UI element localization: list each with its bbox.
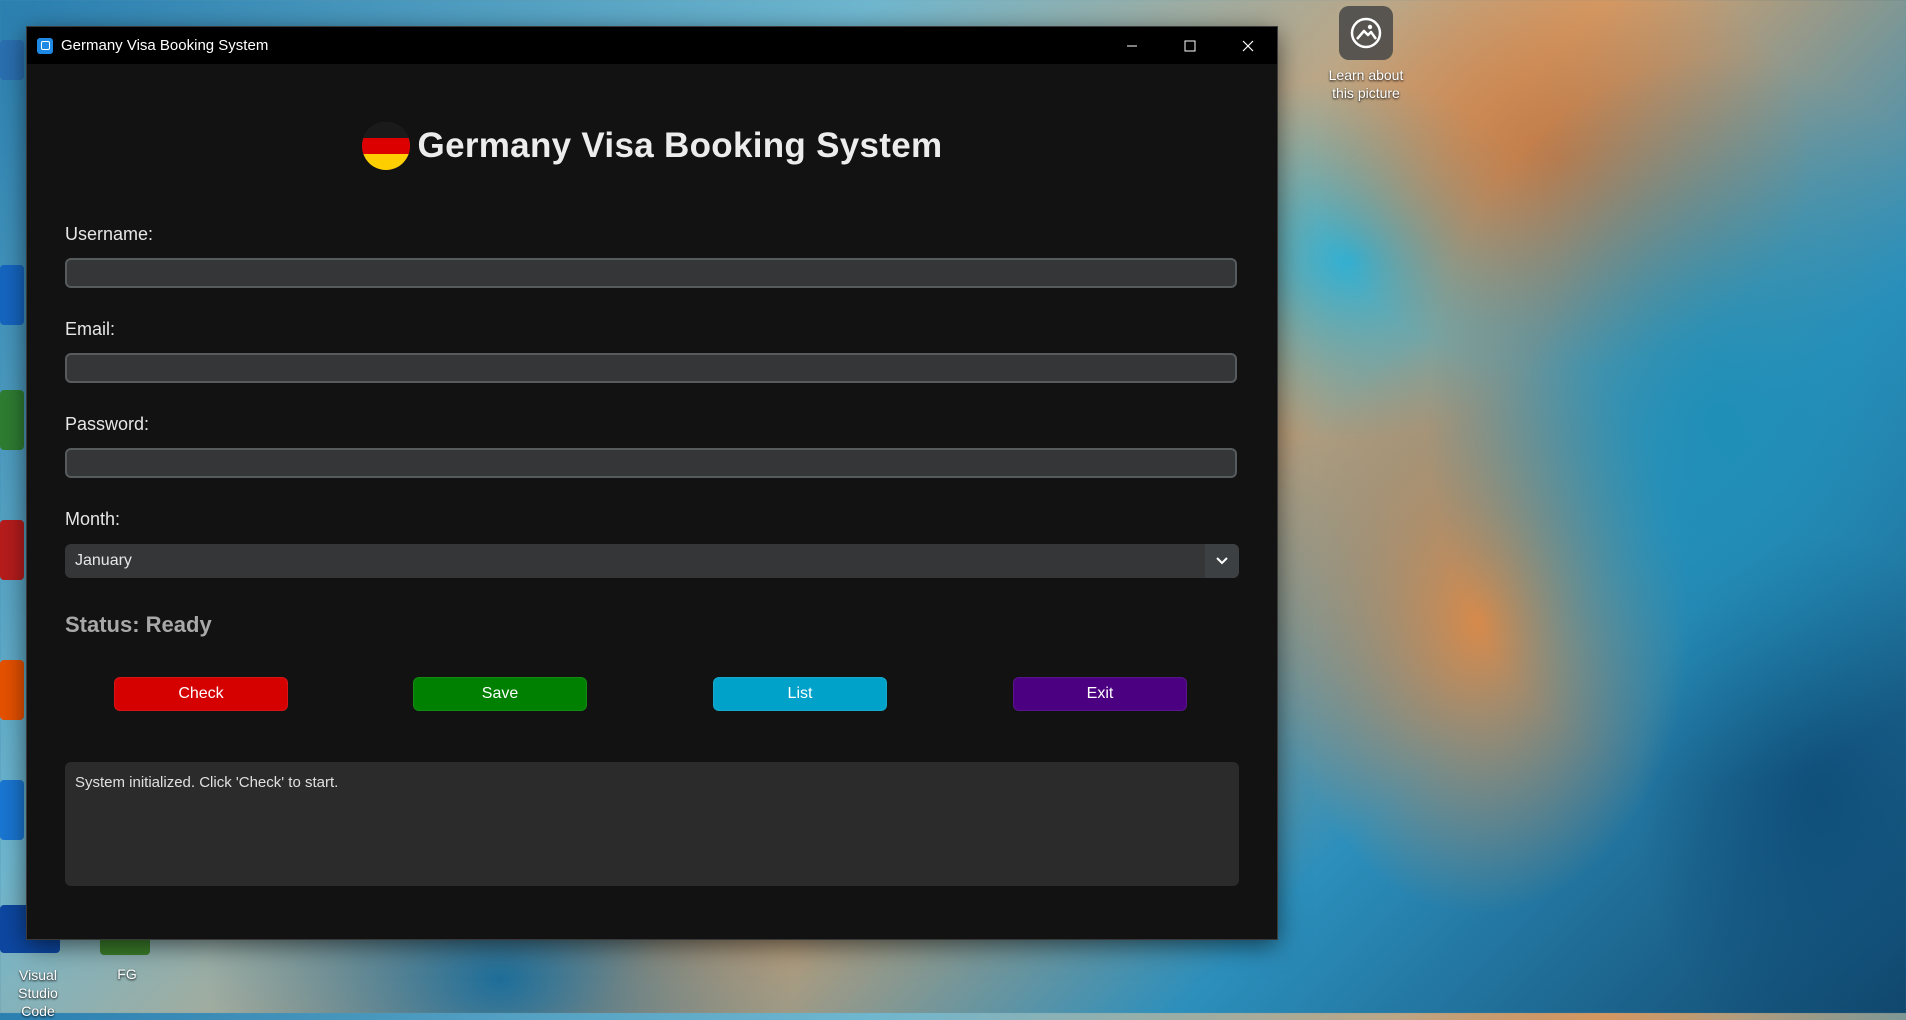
camera-icon (1339, 6, 1393, 60)
window-title: Germany Visa Booking System (61, 37, 269, 54)
close-button[interactable] (1219, 27, 1277, 64)
password-input[interactable] (65, 448, 1237, 478)
minimize-icon (1127, 45, 1137, 46)
window-controls (1103, 27, 1277, 64)
chevron-down-icon (1216, 557, 1228, 565)
save-button[interactable]: Save (413, 677, 587, 711)
desktop-icon-partial[interactable] (0, 520, 24, 580)
month-select[interactable]: January (65, 544, 1239, 578)
maximize-button[interactable] (1161, 27, 1219, 64)
username-input[interactable] (65, 258, 1237, 288)
minimize-button[interactable] (1103, 27, 1161, 64)
desktop-icon-partial[interactable] (0, 780, 24, 840)
password-label: Password: (65, 414, 150, 434)
email-label: Email: (65, 319, 116, 339)
app-icon (37, 37, 53, 54)
exit-button[interactable]: Exit (1013, 677, 1187, 711)
fg-desktop-label: FG (117, 966, 137, 982)
flag-stripe-black (361, 122, 410, 138)
month-label: Month: (65, 509, 121, 529)
month-selected-value: January (75, 552, 132, 569)
page-title: Germany Visa Booking System (27, 122, 1277, 170)
check-button[interactable]: Check (114, 677, 288, 711)
germany-flag-icon (361, 122, 410, 170)
desktop-icon-partial[interactable] (0, 265, 24, 325)
log-textbox[interactable]: System initialized. Click 'Check' to sta… (65, 762, 1239, 886)
list-button[interactable]: List (713, 677, 887, 711)
flag-stripe-red (361, 138, 410, 154)
desktop-icon-partial[interactable] (0, 40, 24, 80)
app-window: Germany Visa Booking System Germany Visa… (27, 27, 1277, 939)
learn-about-label: Learn about this picture (1328, 67, 1404, 101)
flag-stripe-gold (361, 154, 410, 170)
username-label: Username: (65, 224, 154, 244)
close-icon (1242, 40, 1254, 51)
email-input[interactable] (65, 353, 1237, 383)
desktop-icon-partial[interactable] (0, 390, 24, 450)
title-bar[interactable]: Germany Visa Booking System (27, 27, 1277, 64)
status-text: Status: Ready (65, 612, 212, 637)
month-dropdown-toggle[interactable] (1205, 544, 1239, 578)
vscode-desktop-label: Visual Studio Code (18, 967, 58, 1019)
page-title-text: Germany Visa Booking System (417, 126, 943, 165)
desktop-icon-partial[interactable] (0, 660, 24, 720)
learn-about-picture[interactable]: Learn about this picture (1318, 6, 1414, 102)
maximize-icon (1184, 40, 1196, 51)
